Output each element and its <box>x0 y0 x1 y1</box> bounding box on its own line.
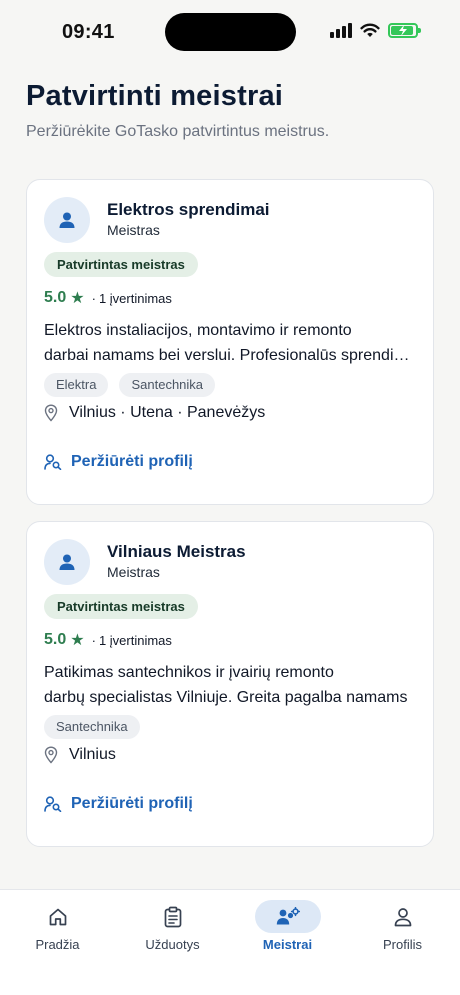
craftsman-description: Elektros instaliacijos, montavimo ir rem… <box>44 318 416 368</box>
location-text: Vilnius · Utena · Panevėžys <box>69 404 266 421</box>
avatar <box>44 539 90 585</box>
service-tag: Elektra <box>44 373 109 397</box>
craftsman-role: Meistras <box>107 222 160 238</box>
users-gear-icon <box>276 906 300 924</box>
view-profile-label: Peržiūrėti profilį <box>71 453 193 470</box>
star-icon: ★ <box>70 290 85 307</box>
dynamic-island <box>165 13 296 51</box>
user-icon <box>394 907 411 926</box>
user-icon <box>59 212 75 228</box>
rating: 5.0 ★ · 1 įvertinimas <box>44 288 172 308</box>
verified-badge: Patvirtintas meistras <box>44 252 198 277</box>
rating-count: 1 įvertinimas <box>98 290 172 306</box>
location: Vilnius <box>44 746 116 764</box>
status-icons <box>330 22 421 38</box>
craftsman-role: Meistras <box>107 564 160 580</box>
user-icon <box>59 554 75 570</box>
nav-label: Meistrai <box>262 937 313 952</box>
rating-count: 1 įvertinimas <box>98 632 172 648</box>
location-pin-icon <box>44 746 58 764</box>
battery-charging-icon <box>388 22 421 38</box>
rating-separator: · <box>91 290 96 306</box>
cellular-signal-icon <box>330 22 352 38</box>
user-search-icon <box>44 796 62 812</box>
nav-label: Profilis <box>382 937 422 952</box>
craftsman-card: Vilniaus Meistras Meistras Patvirtintas … <box>26 521 434 847</box>
status-bar: 09:41 <box>0 0 460 60</box>
star-icon: ★ <box>70 632 85 649</box>
description-line: darbų specialistas Vilniuje. Greita paga… <box>44 689 408 706</box>
service-tags: Elektra Santechnika <box>44 373 216 397</box>
user-search-icon <box>44 454 62 470</box>
nav-label: Pradžia <box>35 937 80 952</box>
status-time: 09:41 <box>62 21 115 43</box>
view-profile-link[interactable]: Peržiūrėti profilį <box>44 795 193 813</box>
page-title: Patvirtinti meistrai <box>26 80 284 112</box>
rating: 5.0 ★ · 1 įvertinimas <box>44 630 172 650</box>
service-tag: Santechnika <box>119 373 216 397</box>
service-tags: Santechnika <box>44 715 140 739</box>
view-profile-label: Peržiūrėti profilį <box>71 795 193 812</box>
location: Vilnius · Utena · Panevėžys <box>44 404 265 422</box>
rating-score: 5.0 <box>44 631 67 648</box>
description-line: Patikimas santechnikos ir įvairių remont… <box>44 664 334 681</box>
rating-score: 5.0 <box>44 289 67 306</box>
verified-badge: Patvirtintas meistras <box>44 594 198 619</box>
nav-label: Užduotys <box>145 937 200 952</box>
location-text: Vilnius <box>69 746 116 763</box>
craftsman-name: Vilniaus Meistras <box>107 542 246 561</box>
craftsman-card: Elektros sprendimai Meistras Patvirtinta… <box>26 179 434 505</box>
view-profile-link[interactable]: Peržiūrėti profilį <box>44 453 193 471</box>
description-line: Elektros instaliacijos, montavimo ir rem… <box>44 322 352 339</box>
page-subtitle: Peržiūrėkite GoTasko patvirtintus meistr… <box>26 123 330 140</box>
wifi-icon <box>360 23 380 37</box>
service-tag: Santechnika <box>44 715 140 739</box>
rating-separator: · <box>91 632 96 648</box>
craftsman-description: Patikimas santechnikos ir įvairių remont… <box>44 660 416 710</box>
bottom-navigation: Pradžia Užduotys Meistrai Profilis <box>0 889 460 995</box>
craftsman-name: Elektros sprendimai <box>107 200 270 219</box>
avatar <box>44 197 90 243</box>
description-line: darbai namams bei verslui. Profesionalūs… <box>44 347 416 364</box>
clipboard-icon <box>164 906 181 927</box>
location-pin-icon <box>44 404 58 422</box>
home-icon <box>49 908 66 925</box>
